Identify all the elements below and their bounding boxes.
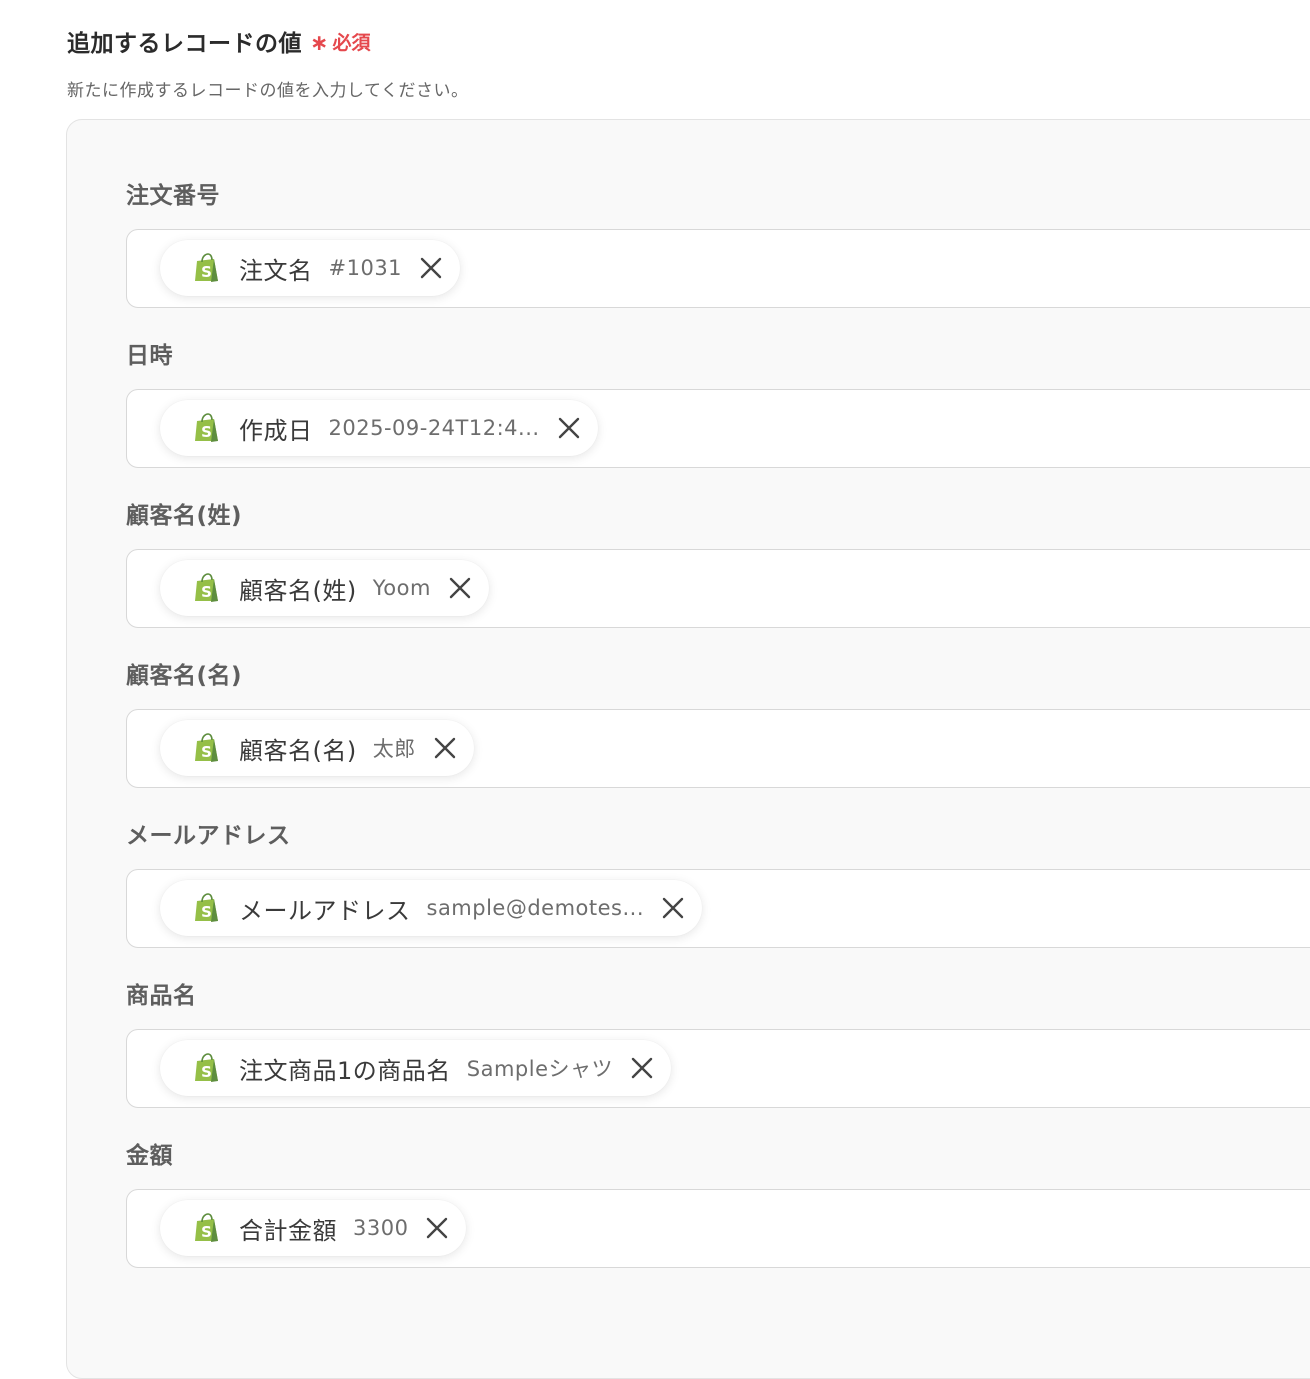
field-label: 顧客名(名) (126, 663, 243, 689)
field-label: 金額 (126, 1143, 173, 1169)
shopify-icon: S (195, 893, 218, 922)
field-customer-first-name: 顧客名(名) S 顧客名(名) 太郎 (126, 659, 1310, 788)
chip-value: 太郎 (372, 737, 416, 761)
close-icon[interactable] (662, 897, 684, 919)
svg-text:S: S (201, 1063, 212, 1081)
chip-value: Sampleシャツ (466, 1057, 614, 1081)
shopify-icon: S (195, 573, 218, 602)
close-icon[interactable] (558, 417, 580, 439)
field-label: 日時 (126, 343, 173, 369)
field-product-name: 商品名 S 注文商品1の商品名 Sampleシャツ (126, 979, 1310, 1108)
shopify-icon: S (195, 413, 218, 442)
required-asterisk-icon: ∗ (310, 30, 329, 56)
chip-name: 顧客名(名) (239, 736, 357, 765)
variable-chip[interactable]: S 注文名 #1031 (160, 240, 461, 296)
shopify-icon: S (195, 1053, 218, 1082)
close-icon[interactable] (426, 1217, 448, 1239)
variable-chip[interactable]: S 作成日 2025-09-24T12:4... (160, 400, 598, 456)
field-input[interactable]: S 顧客名(姓) Yoom (126, 549, 1310, 628)
chip-name: 注文商品1の商品名 (239, 1056, 451, 1085)
svg-text:S: S (201, 903, 212, 921)
field-input[interactable]: S 顧客名(名) 太郎 (126, 709, 1310, 788)
field-email: メールアドレス S メールアドレス sample@demotes... (126, 819, 1310, 948)
close-icon[interactable] (420, 257, 442, 279)
svg-text:S: S (201, 743, 212, 761)
chip-value: #1031 (328, 256, 403, 280)
close-icon[interactable] (434, 737, 456, 759)
field-amount: 金額 S 合計金額 3300 (126, 1139, 1310, 1268)
record-values-panel: 注文番号 S 注文名 #1031 日時 S 作成日 2025-09-24T12:… (66, 119, 1310, 1379)
field-input[interactable]: S メールアドレス sample@demotes... (126, 869, 1310, 948)
field-customer-last-name: 顧客名(姓) S 顧客名(姓) Yoom (126, 499, 1310, 628)
shopify-icon: S (195, 253, 218, 282)
section-title: 追加するレコードの値 (67, 31, 302, 57)
close-icon[interactable] (631, 1057, 653, 1079)
svg-text:S: S (201, 1223, 212, 1241)
chip-value: 3300 (353, 1216, 409, 1240)
svg-text:S: S (201, 583, 212, 601)
variable-chip[interactable]: S 合計金額 3300 (160, 1200, 467, 1256)
shopify-icon: S (195, 733, 218, 762)
field-input[interactable]: S 注文名 #1031 (126, 229, 1310, 308)
variable-chip[interactable]: S 顧客名(名) 太郎 (160, 720, 474, 776)
field-label: 顧客名(姓) (126, 503, 243, 529)
chip-value: Yoom (372, 576, 431, 600)
svg-text:S: S (201, 423, 212, 441)
variable-chip[interactable]: S 注文商品1の商品名 Sampleシャツ (160, 1040, 672, 1096)
chip-name: 顧客名(姓) (239, 576, 357, 605)
section-description: 新たに作成するレコードの値を入力してください。 (67, 81, 469, 101)
variable-chip[interactable]: S 顧客名(姓) Yoom (160, 560, 489, 616)
svg-text:S: S (201, 263, 212, 281)
field-input[interactable]: S 合計金額 3300 (126, 1189, 1310, 1268)
section-header: 追加するレコードの値 ∗ 必須 (67, 24, 370, 58)
required-label: 必須 (332, 31, 371, 54)
chip-name: メールアドレス (239, 896, 411, 925)
chip-name: 注文名 (239, 256, 313, 285)
field-input[interactable]: S 注文商品1の商品名 Sampleシャツ (126, 1029, 1310, 1108)
shopify-icon: S (195, 1213, 218, 1242)
chip-value: 2025-09-24T12:4... (328, 416, 540, 440)
field-label: 注文番号 (126, 183, 220, 209)
field-datetime: 日時 S 作成日 2025-09-24T12:4... (126, 339, 1310, 468)
field-input[interactable]: S 作成日 2025-09-24T12:4... (126, 389, 1310, 468)
field-label: メールアドレス (126, 823, 291, 849)
chip-name: 作成日 (239, 416, 313, 445)
variable-chip[interactable]: S メールアドレス sample@demotes... (160, 880, 703, 936)
chip-name: 合計金額 (239, 1216, 337, 1245)
field-label: 商品名 (126, 983, 197, 1009)
close-icon[interactable] (449, 577, 471, 599)
field-order-number: 注文番号 S 注文名 #1031 (126, 179, 1310, 308)
chip-value: sample@demotes... (426, 896, 645, 920)
